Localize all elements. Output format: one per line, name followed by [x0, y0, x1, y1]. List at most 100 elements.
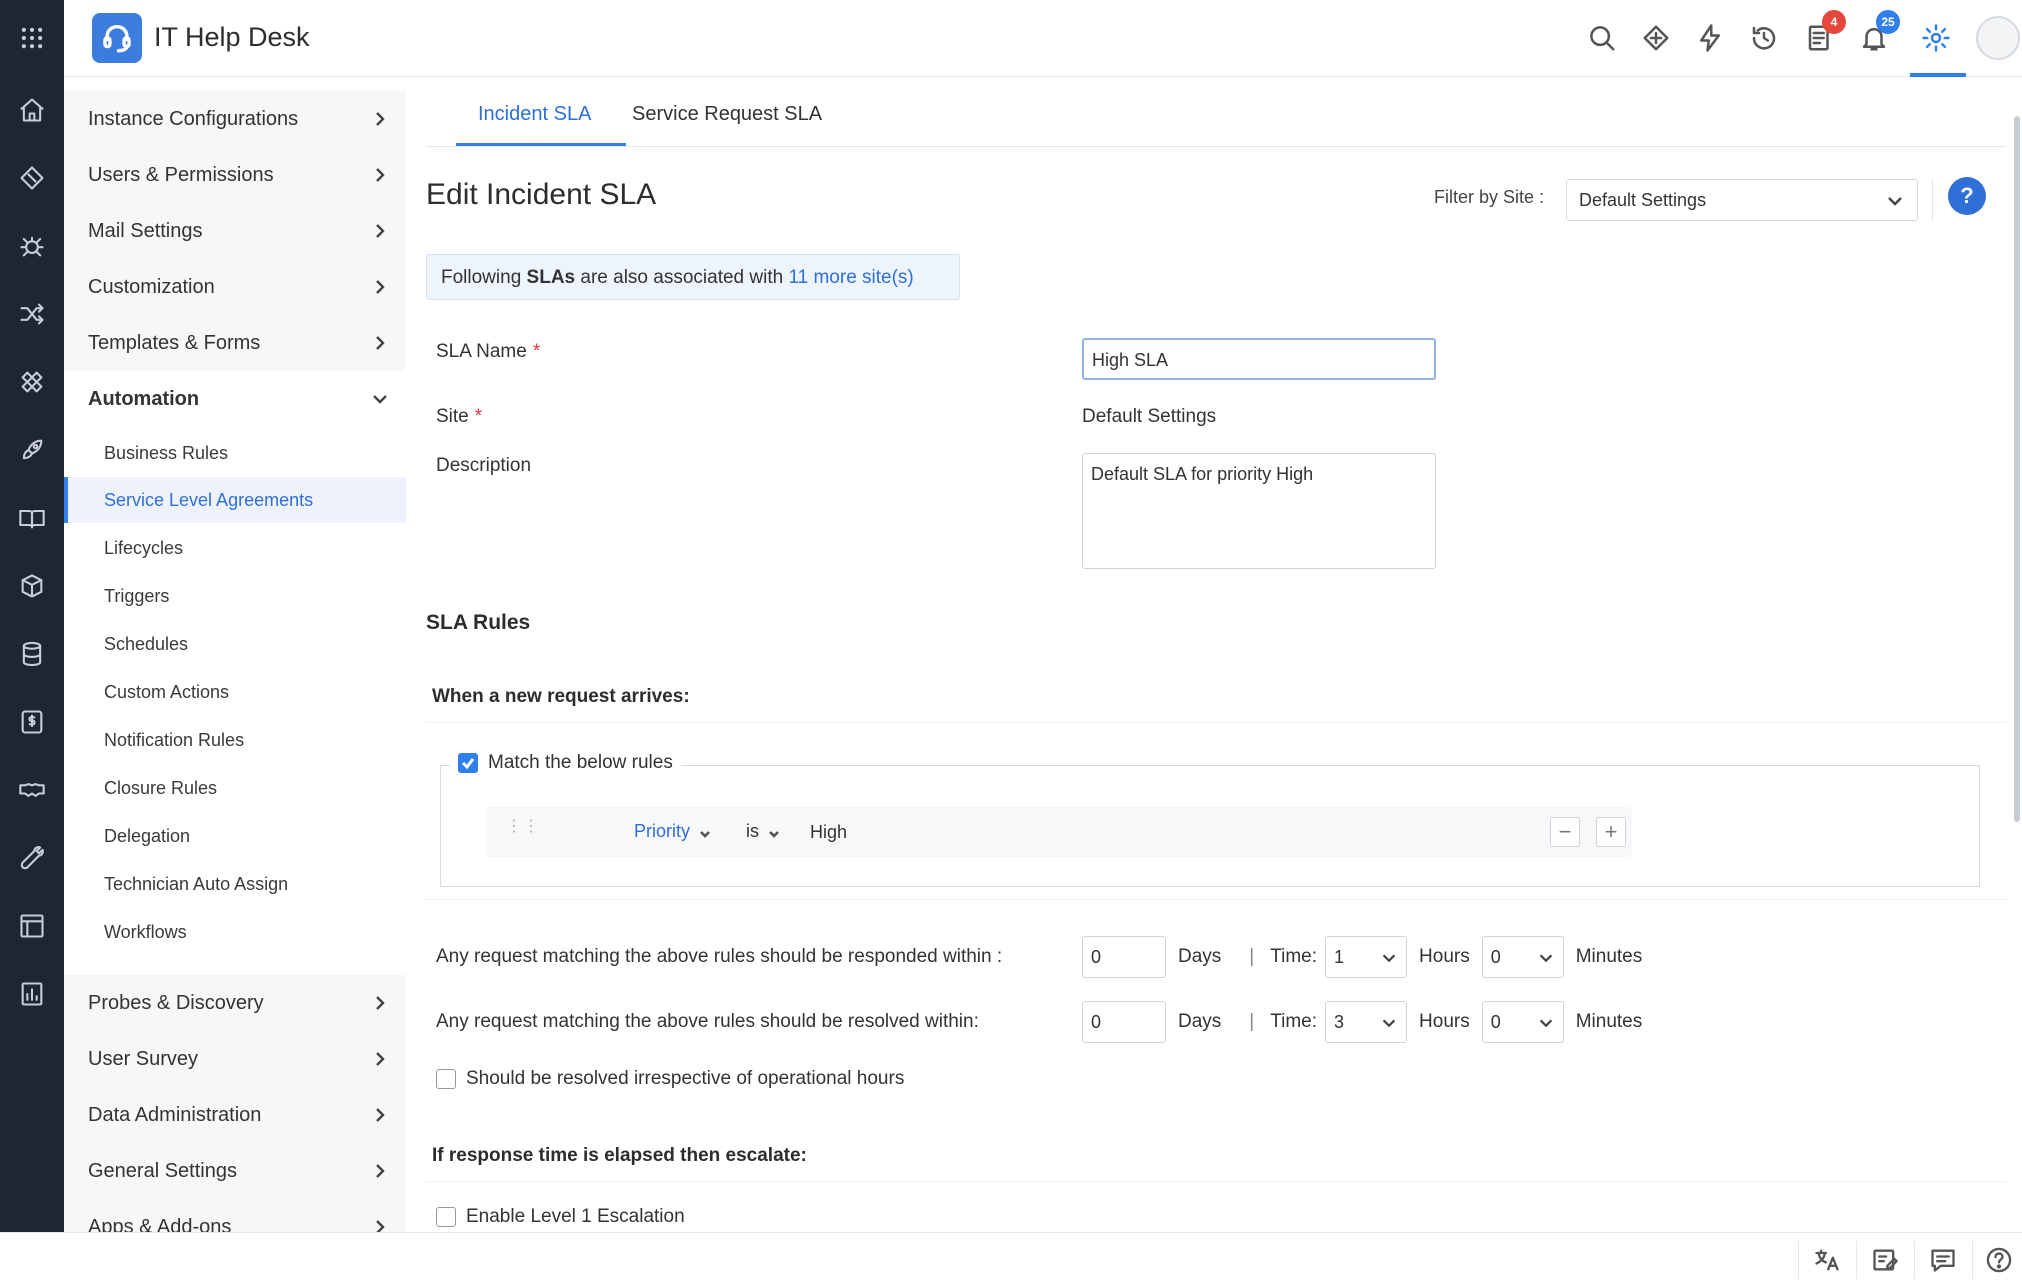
divider [426, 722, 2006, 723]
notes-edit-icon[interactable] [1868, 1243, 1902, 1277]
rule-field-select[interactable]: Priority [634, 821, 712, 842]
sidebar-item-triggers[interactable]: Triggers [64, 573, 406, 619]
sidebar-item-schedules[interactable]: Schedules [64, 621, 406, 667]
shuffle-icon[interactable] [14, 296, 50, 332]
response-minutes-select[interactable]: 0 [1481, 936, 1564, 978]
tab-service-request-sla[interactable]: Service Request SLA [632, 103, 822, 126]
scrollbar[interactable] [2014, 116, 2020, 822]
divider [426, 1181, 2006, 1182]
sidebar-item-closure-rules[interactable]: Closure Rules [64, 765, 406, 811]
sidebar-item-service-level-agreements[interactable]: Service Level Agreements [64, 477, 406, 523]
ticket-icon[interactable] [14, 160, 50, 196]
more-sites-link[interactable]: 11 more site(s) [788, 267, 913, 288]
sidebar-group-users-permissions[interactable]: Users & Permissions [64, 147, 406, 203]
sidebar-item-business-rules[interactable]: Business Rules [64, 430, 406, 476]
chat-icon[interactable] [1926, 1243, 1960, 1277]
sidebar-item-notification-rules[interactable]: Notification Rules [64, 717, 406, 763]
tabs-divider [426, 146, 2006, 147]
apps-grid-icon[interactable] [14, 20, 50, 56]
sidebar-group-data-administration[interactable]: Data Administration [64, 1087, 406, 1143]
enable-level1-row[interactable]: Enable Level 1 Escalation [436, 1206, 685, 1228]
add-rule-button[interactable]: + [1596, 817, 1626, 847]
description-textarea[interactable]: Default SLA for priority High [1082, 453, 1436, 569]
dollar-icon[interactable] [14, 704, 50, 740]
response-hours-select[interactable]: 1 [1325, 936, 1408, 978]
rocket-icon[interactable] [14, 432, 50, 468]
enable-level1-checkbox[interactable] [436, 1207, 456, 1227]
chevron-down-icon [698, 825, 712, 839]
description-label: Description [436, 455, 532, 476]
box-icon[interactable] [14, 568, 50, 604]
notes-icon[interactable]: 4 [1800, 10, 1846, 58]
divider [1914, 1241, 1915, 1279]
app-title: IT Help Desk [154, 22, 310, 52]
filter-by-site-label: Filter by Site : [1434, 187, 1545, 207]
avatar[interactable] [1976, 16, 2020, 60]
report-icon[interactable] [14, 976, 50, 1012]
match-rules-checkbox[interactable] [458, 753, 478, 773]
response-days-input[interactable]: 0 [1082, 936, 1166, 978]
sidebar-group-probes-discovery[interactable]: Probes & Discovery [64, 975, 406, 1031]
sidebar-item-lifecycles[interactable]: Lifecycles [64, 525, 406, 571]
layout-icon[interactable] [14, 908, 50, 944]
puzzle-icon[interactable] [14, 364, 50, 400]
chevron-right-icon [370, 221, 390, 241]
rule-operator-select[interactable]: is [746, 821, 781, 842]
history-icon[interactable] [1744, 18, 1784, 58]
help-button[interactable]: ? [1948, 177, 1986, 215]
resolve-question: Any request matching the above rules sho… [436, 1011, 979, 1032]
chevron-right-icon [370, 277, 390, 297]
sidebar-group-mail-settings[interactable]: Mail Settings [64, 203, 406, 259]
help-circle-icon[interactable] [1982, 1243, 2016, 1277]
home-icon[interactable] [14, 92, 50, 128]
sidebar-group-customization[interactable]: Customization [64, 259, 406, 315]
sla-name-input[interactable]: High SLA [1082, 338, 1436, 380]
sidebar-group-user-survey[interactable]: User Survey [64, 1031, 406, 1087]
translate-icon[interactable] [1810, 1243, 1844, 1277]
chevron-right-icon [370, 109, 390, 129]
chevron-down-icon [1380, 949, 1398, 967]
lightning-icon[interactable] [1690, 18, 1730, 58]
sidebar-group-apps-addons[interactable]: Apps & Add-ons [64, 1199, 406, 1232]
rule-condition-row: ⋮⋮ Priority is High − + [486, 807, 1632, 857]
divider [1798, 1241, 1799, 1279]
resolve-hours-select[interactable]: 3 [1325, 1001, 1408, 1043]
divider [1856, 1241, 1857, 1279]
rule-value[interactable]: High [810, 822, 847, 843]
drag-handle-icon[interactable]: ⋮⋮ [506, 819, 539, 843]
chevron-right-icon [370, 1049, 390, 1069]
response-question: Any request matching the above rules sho… [436, 946, 1003, 967]
remove-rule-button[interactable]: − [1550, 817, 1580, 847]
sidebar-item-custom-actions[interactable]: Custom Actions [64, 669, 406, 715]
resolve-time-row: Any request matching the above rules sho… [436, 999, 1654, 1045]
sidebar-group-automation[interactable]: Automation [64, 371, 406, 427]
main-content: Incident SLA Service Request SLA Edit In… [406, 77, 2022, 1232]
app-logo[interactable] [92, 13, 142, 63]
sidebar-item-technician-auto-assign[interactable]: Technician Auto Assign [64, 861, 406, 907]
sidebar-item-delegation[interactable]: Delegation [64, 813, 406, 859]
tab-incident-sla[interactable]: Incident SLA [478, 103, 591, 126]
search-icon[interactable] [1582, 18, 1622, 58]
site-value: Default Settings [1082, 406, 1217, 427]
divider [1932, 179, 1933, 221]
sidebar-group-templates-forms[interactable]: Templates & Forms [64, 315, 406, 371]
sidebar-group-instance-configurations[interactable]: Instance Configurations [64, 91, 406, 147]
database-icon[interactable] [14, 636, 50, 672]
filter-by-site-select[interactable]: Default Settings [1566, 179, 1918, 221]
match-rules-checkbox-row[interactable]: Match the below rules [450, 752, 681, 774]
sidebar-item-workflows[interactable]: Workflows [64, 909, 406, 955]
resolve-minutes-select[interactable]: 0 [1481, 1001, 1564, 1043]
chevron-right-icon [370, 333, 390, 353]
bug-icon[interactable] [14, 228, 50, 264]
diamond-plus-icon[interactable] [1636, 18, 1676, 58]
gear-icon[interactable] [1916, 18, 1956, 58]
chevron-right-icon [370, 165, 390, 185]
bell-icon[interactable]: 25 [1854, 10, 1900, 58]
handshake-icon[interactable] [14, 772, 50, 808]
irrespective-hours-row[interactable]: Should be resolved irrespective of opera… [436, 1068, 904, 1090]
wrench-icon[interactable] [14, 840, 50, 876]
irrespective-hours-checkbox[interactable] [436, 1069, 456, 1089]
sidebar-group-general-settings[interactable]: General Settings [64, 1143, 406, 1199]
book-icon[interactable] [14, 500, 50, 536]
resolve-days-input[interactable]: 0 [1082, 1001, 1166, 1043]
